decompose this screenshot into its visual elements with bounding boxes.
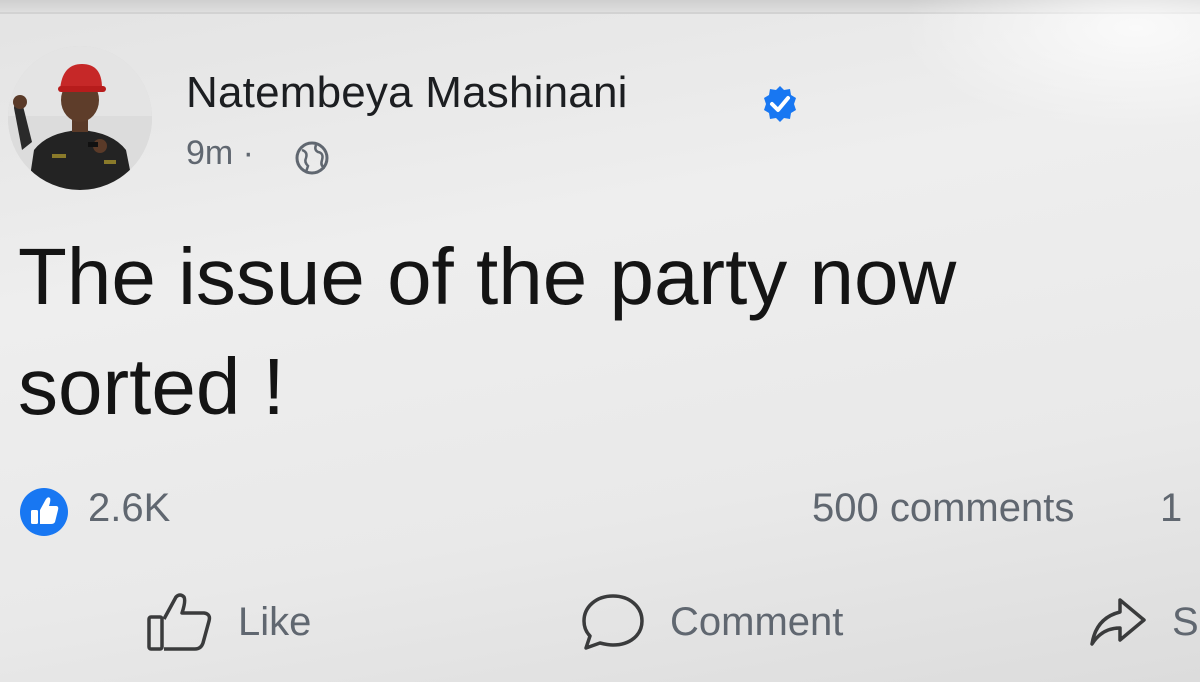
verified-badge-icon (764, 86, 796, 122)
globe-icon (295, 141, 329, 175)
comment-count[interactable]: 500 comments (812, 486, 1074, 531)
share-button[interactable]: S (1088, 592, 1199, 652)
share-arrow-icon (1090, 598, 1146, 646)
avatar[interactable] (8, 46, 152, 190)
share-count[interactable]: 1 (1160, 486, 1182, 531)
comment-button[interactable]: Comment (580, 592, 843, 652)
like-button[interactable]: Like (146, 592, 311, 652)
comment-label: Comment (670, 599, 844, 644)
thumbs-up-icon (147, 593, 212, 651)
post-text: The issue of the party now sorted ! (18, 232, 957, 431)
post-card: Natembeya Mashinani 9m · The issue of th… (0, 0, 1200, 682)
like-reaction-icon[interactable] (18, 486, 70, 538)
post-timestamp[interactable]: 9m · (186, 134, 254, 173)
comment-bubble-icon (582, 594, 644, 650)
share-label: S (1172, 599, 1199, 644)
author-name[interactable]: Natembeya Mashinani (186, 68, 628, 118)
like-label: Like (238, 599, 312, 644)
reaction-count[interactable]: 2.6K (88, 486, 170, 531)
